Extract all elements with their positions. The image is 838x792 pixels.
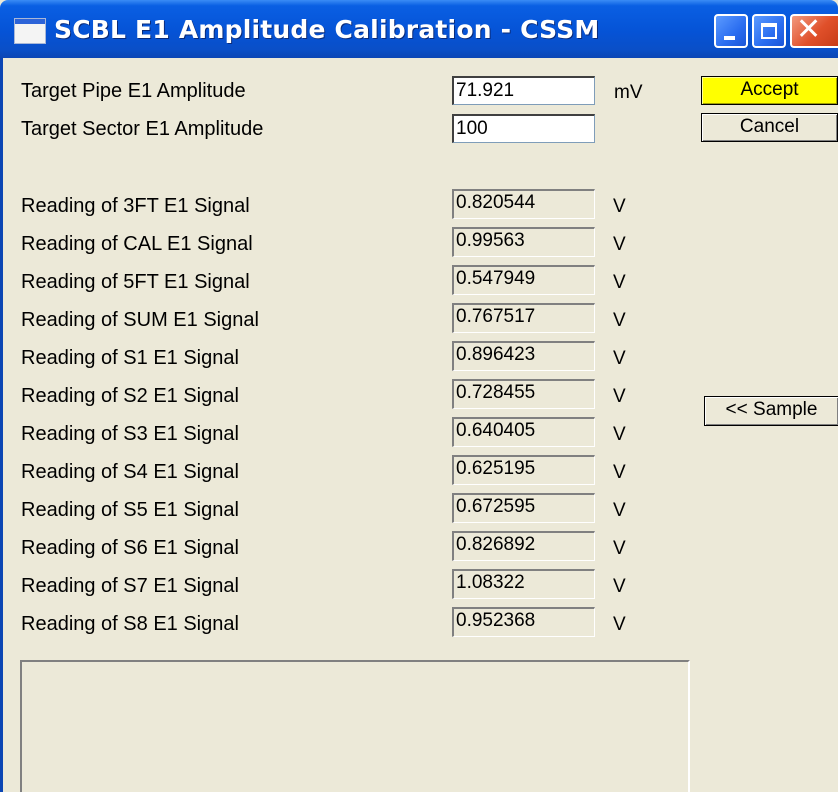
reading-label: Reading of S4 E1 Signal	[21, 461, 239, 483]
reading-unit: V	[613, 386, 626, 407]
maximize-button[interactable]	[752, 14, 786, 48]
reading-value: 0.767517	[452, 303, 595, 333]
title-bar[interactable]: SCBL E1 Amplitude Calibration - CSSM ✕	[0, 0, 838, 58]
reading-unit: V	[613, 348, 626, 369]
reading-value: 0.820544	[452, 189, 595, 219]
reading-unit: V	[613, 272, 626, 293]
maximize-icon	[761, 23, 777, 39]
reading-label: Reading of S1 E1 Signal	[21, 347, 239, 369]
accept-button[interactable]: Accept	[701, 76, 838, 105]
reading-label: Reading of SUM E1 Signal	[21, 309, 259, 331]
reading-label: Reading of CAL E1 Signal	[21, 233, 253, 255]
reading-unit: V	[613, 614, 626, 635]
reading-value: 0.672595	[452, 493, 595, 523]
reading-unit: V	[613, 196, 626, 217]
reading-label: Reading of S5 E1 Signal	[21, 499, 239, 521]
reading-label: Reading of 5FT E1 Signal	[21, 271, 250, 293]
reading-label: Reading of S7 E1 Signal	[21, 575, 239, 597]
reading-label: Reading of S2 E1 Signal	[21, 385, 239, 407]
cancel-button[interactable]: Cancel	[701, 113, 838, 142]
reading-label: Reading of S6 E1 Signal	[21, 537, 239, 559]
window-frame-left	[0, 58, 3, 792]
reading-unit: V	[613, 500, 626, 521]
reading-value: 0.547949	[452, 265, 595, 295]
reading-value: 0.640405	[452, 417, 595, 447]
reading-label: Reading of S3 E1 Signal	[21, 423, 239, 445]
reading-unit: V	[613, 538, 626, 559]
reading-label: Reading of 3FT E1 Signal	[21, 195, 250, 217]
target-pipe-label: Target Pipe E1 Amplitude	[21, 80, 246, 102]
reading-unit: V	[613, 310, 626, 331]
close-button[interactable]: ✕	[790, 12, 838, 48]
reading-unit: V	[613, 576, 626, 597]
reading-value: 0.99563	[452, 227, 595, 257]
reading-value: 0.625195	[452, 455, 595, 485]
reading-unit: V	[613, 462, 626, 483]
reading-unit: V	[613, 234, 626, 255]
sample-button[interactable]: << Sample	[704, 396, 838, 426]
target-pipe-unit: mV	[614, 82, 643, 103]
minimize-icon	[724, 36, 735, 40]
calibration-window: SCBL E1 Amplitude Calibration - CSSM ✕ T…	[0, 0, 838, 792]
target-pipe-input[interactable]: 71.921	[452, 76, 595, 105]
reading-value: 0.896423	[452, 341, 595, 371]
target-sector-label: Target Sector E1 Amplitude	[21, 118, 264, 140]
reading-value: 0.826892	[452, 531, 595, 561]
reading-value: 0.952368	[452, 607, 595, 637]
reading-unit: V	[613, 424, 626, 445]
close-icon: ✕	[796, 12, 822, 47]
reading-value: 1.08322	[452, 569, 595, 599]
reading-value: 0.728455	[452, 379, 595, 409]
target-sector-input[interactable]: 100	[452, 114, 595, 143]
minimize-button[interactable]	[714, 14, 748, 48]
window-title: SCBL E1 Amplitude Calibration - CSSM	[54, 15, 600, 44]
window-app-icon	[14, 18, 46, 44]
reading-label: Reading of S8 E1 Signal	[21, 613, 239, 635]
message-box	[20, 660, 690, 792]
